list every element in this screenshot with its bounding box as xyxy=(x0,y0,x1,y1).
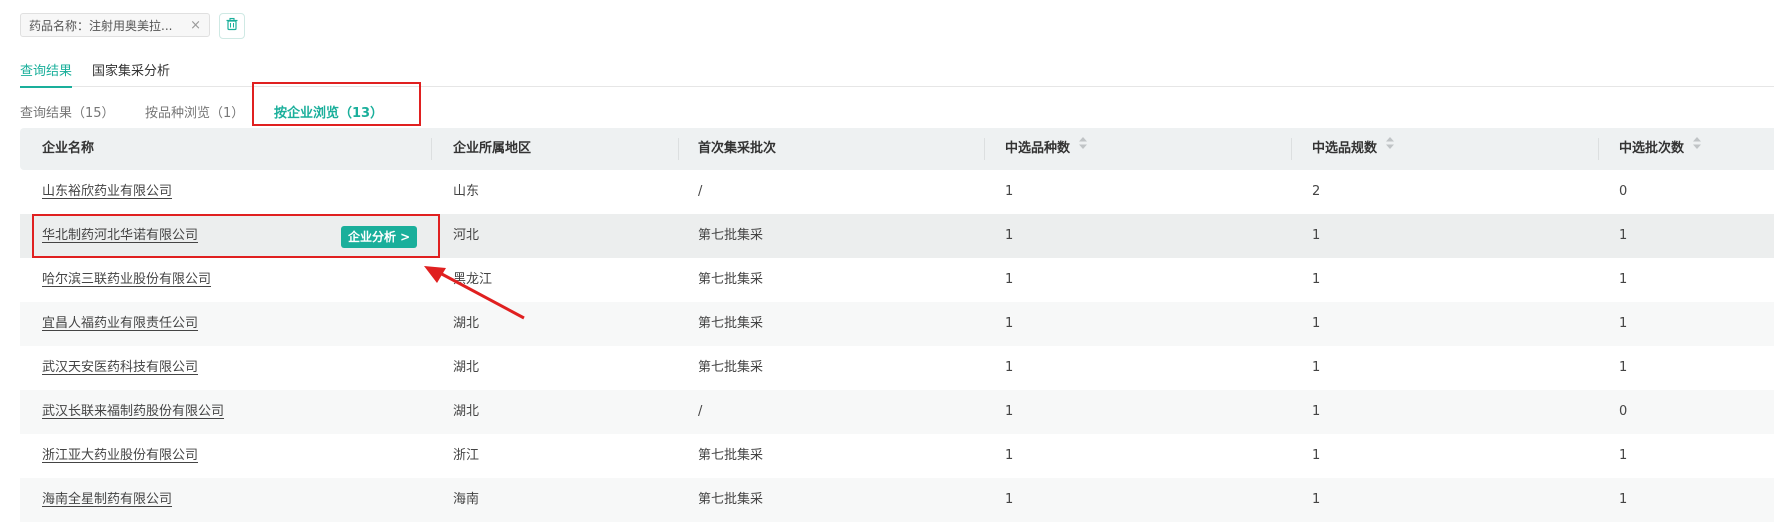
table-row: 哈尔滨三联药业股份有限公司 黑龙江 第七批集采 1 1 1 xyxy=(20,258,1774,302)
cell-region: 海南 xyxy=(453,492,480,507)
cell-variety-count: 1 xyxy=(1005,316,1014,331)
company-analysis-button[interactable]: 企业分析 > xyxy=(341,226,418,248)
cell-region: 湖北 xyxy=(453,316,480,331)
cell-variety-count: 1 xyxy=(1005,228,1014,243)
header-variety-count-label: 中选品种数 xyxy=(1005,141,1071,156)
cell-spec-count: 1 xyxy=(1312,404,1321,419)
cell-batch-count: 1 xyxy=(1619,272,1628,287)
cell-region: 湖北 xyxy=(453,360,480,375)
company-table: 企业名称 企业所属地区 首次集采批次 中选品种数 中选品规数 中选批次数 山东裕… xyxy=(20,128,1774,522)
table-row: 武汉天安医药科技有限公司 湖北 第七批集采 1 1 1 xyxy=(20,346,1774,390)
company-link[interactable]: 哈尔滨三联药业股份有限公司 xyxy=(42,272,211,287)
trash-icon xyxy=(225,17,239,35)
company-link[interactable]: 华北制药河北华诺有限公司 xyxy=(42,228,198,243)
cell-variety-count: 1 xyxy=(1005,360,1014,375)
cell-region: 浙江 xyxy=(453,448,480,463)
close-icon[interactable]: × xyxy=(190,18,201,33)
cell-first-batch: 第七批集采 xyxy=(698,492,764,507)
header-batch-count[interactable]: 中选批次数 xyxy=(1619,128,1702,170)
header-first-batch: 首次集采批次 xyxy=(698,141,777,156)
cell-spec-count: 2 xyxy=(1312,184,1321,199)
cell-first-batch: 第七批集采 xyxy=(698,228,764,243)
column-divider xyxy=(678,138,679,160)
subtab-browse-by-variety[interactable]: 按品种浏览（1） xyxy=(145,102,244,121)
cell-spec-count: 1 xyxy=(1312,316,1321,331)
cell-first-batch: 第七批集采 xyxy=(698,272,764,287)
cell-first-batch: 第七批集采 xyxy=(698,448,764,463)
tab-query-results[interactable]: 查询结果 xyxy=(20,60,73,88)
cell-batch-count: 1 xyxy=(1619,228,1628,243)
cell-batch-count: 0 xyxy=(1619,404,1628,419)
table-row: 宜昌人福药业有限责任公司 湖北 第七批集采 1 1 1 xyxy=(20,302,1774,346)
cell-variety-count: 1 xyxy=(1005,272,1014,287)
column-divider xyxy=(984,138,985,160)
header-spec-count-label: 中选品规数 xyxy=(1312,141,1378,156)
company-link[interactable]: 宜昌人福药业有限责任公司 xyxy=(42,316,198,331)
table-header: 企业名称 企业所属地区 首次集采批次 中选品种数 中选品规数 中选批次数 xyxy=(20,128,1774,170)
sort-icon[interactable] xyxy=(1692,126,1702,168)
filter-chip-label: 药品名称：注射用奥美拉... xyxy=(29,18,173,33)
company-link[interactable]: 海南全星制药有限公司 xyxy=(42,492,172,507)
cell-batch-count: 1 xyxy=(1619,448,1628,463)
table-row: 海南全星制药有限公司 海南 第七批集采 1 1 1 xyxy=(20,478,1774,522)
cell-batch-count: 1 xyxy=(1619,492,1628,507)
header-region: 企业所属地区 xyxy=(453,141,532,156)
cell-variety-count: 1 xyxy=(1005,404,1014,419)
cell-variety-count: 1 xyxy=(1005,492,1014,507)
cell-region: 湖北 xyxy=(453,404,480,419)
column-divider xyxy=(431,138,432,160)
tab-national-procurement-analysis[interactable]: 国家集采分析 xyxy=(92,60,170,86)
company-link[interactable]: 武汉长联来福制药股份有限公司 xyxy=(42,404,224,419)
table-row: 浙江亚大药业股份有限公司 浙江 第七批集采 1 1 1 xyxy=(20,434,1774,478)
header-company: 企业名称 xyxy=(42,141,95,156)
company-link[interactable]: 武汉天安医药科技有限公司 xyxy=(42,360,198,375)
cell-spec-count: 1 xyxy=(1312,448,1321,463)
subtab-browse-by-company[interactable]: 按企业浏览（13） xyxy=(274,102,383,121)
column-divider xyxy=(1291,138,1292,160)
sort-icon[interactable] xyxy=(1078,126,1088,168)
main-tabs: 查询结果 国家集采分析 xyxy=(20,58,1774,88)
company-link[interactable]: 浙江亚大药业股份有限公司 xyxy=(42,448,198,463)
cell-variety-count: 1 xyxy=(1005,184,1014,199)
cell-spec-count: 1 xyxy=(1312,492,1321,507)
cell-region: 黑龙江 xyxy=(453,272,493,287)
cell-region: 山东 xyxy=(453,184,480,199)
header-variety-count[interactable]: 中选品种数 xyxy=(1005,128,1088,170)
table-row: 华北制药河北华诺有限公司 企业分析 > 河北 第七批集采 1 1 1 xyxy=(20,214,1774,258)
filter-chip-drug-name[interactable]: 药品名称：注射用奥美拉... × xyxy=(20,13,210,37)
cell-first-batch: / xyxy=(698,404,703,419)
cell-region: 河北 xyxy=(453,228,480,243)
header-spec-count[interactable]: 中选品规数 xyxy=(1312,128,1395,170)
column-divider xyxy=(1598,138,1599,160)
cell-first-batch: 第七批集采 xyxy=(698,316,764,331)
cell-batch-count: 1 xyxy=(1619,316,1628,331)
cell-first-batch: / xyxy=(698,184,703,199)
cell-spec-count: 1 xyxy=(1312,360,1321,375)
cell-batch-count: 1 xyxy=(1619,360,1628,375)
company-link[interactable]: 山东裕欣药业有限公司 xyxy=(42,184,172,199)
cell-variety-count: 1 xyxy=(1005,448,1014,463)
cell-spec-count: 1 xyxy=(1312,272,1321,287)
cell-batch-count: 0 xyxy=(1619,184,1628,199)
clear-filters-button[interactable] xyxy=(219,13,245,39)
cell-spec-count: 1 xyxy=(1312,228,1321,243)
table-row: 武汉长联来福制药股份有限公司 湖北 / 1 1 0 xyxy=(20,390,1774,434)
header-batch-count-label: 中选批次数 xyxy=(1619,141,1685,156)
cell-first-batch: 第七批集采 xyxy=(698,360,764,375)
table-row: 山东裕欣药业有限公司 山东 / 1 2 0 xyxy=(20,170,1774,214)
sort-icon[interactable] xyxy=(1385,126,1395,168)
subtab-query-results[interactable]: 查询结果（15） xyxy=(20,102,115,121)
